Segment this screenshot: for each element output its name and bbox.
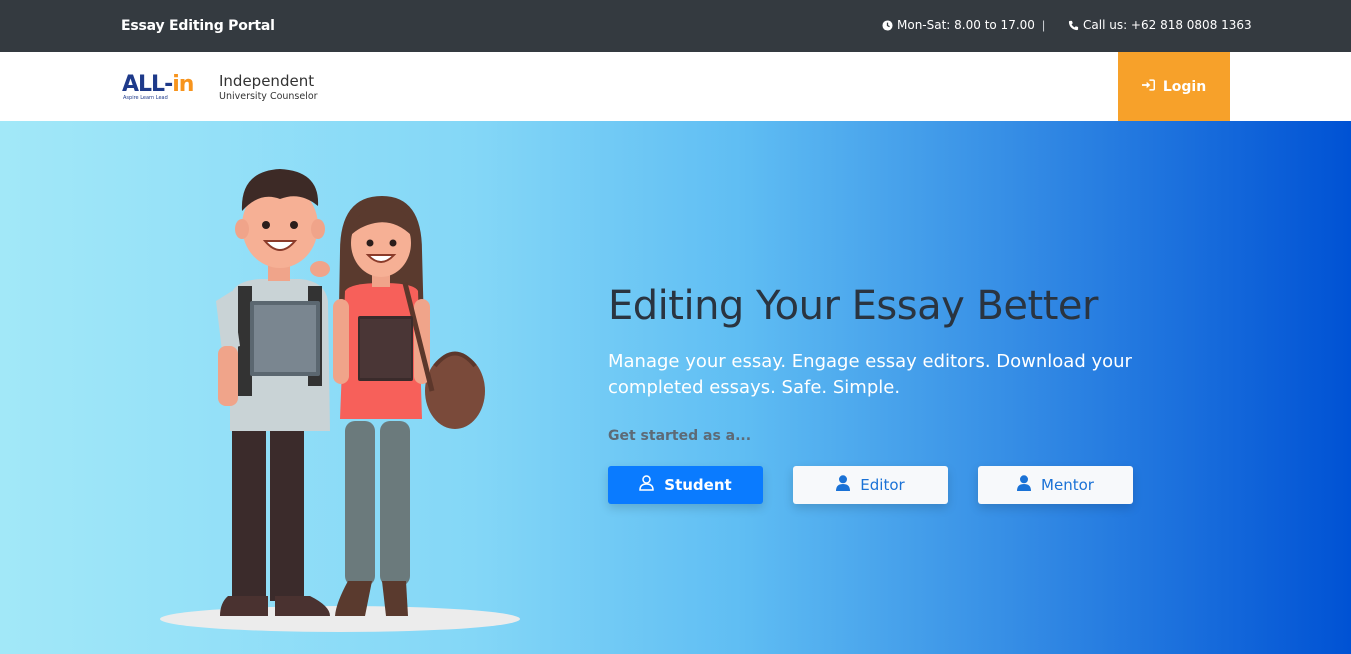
logo-line-1: Independent (219, 72, 315, 90)
business-hours-text: Mon-Sat: 8.00 to 17.00 (897, 18, 1035, 32)
get-started-label: Get started as a... (608, 428, 752, 444)
student-button[interactable]: Student (608, 466, 763, 504)
student-label: Student (664, 476, 732, 494)
editor-label: Editor (860, 476, 905, 494)
hero-section: Editing Your Essay Better Manage your es… (0, 121, 1351, 654)
logo-wordmark: ALL-in (122, 72, 194, 97)
phone-text: Call us: +62 818 0808 1363 (1083, 18, 1252, 32)
top-bar: Essay Editing Portal Mon-Sat: 8.00 to 17… (0, 0, 1351, 52)
mentor-button[interactable]: Mentor (978, 466, 1133, 504)
business-hours: Mon-Sat: 8.00 to 17.00 (882, 18, 1035, 32)
clock-icon (882, 19, 893, 31)
phone-icon (1068, 20, 1079, 31)
mentor-label: Mentor (1041, 476, 1094, 494)
user-outline-icon (639, 475, 655, 495)
login-button[interactable]: Login (1118, 52, 1230, 121)
user-solid-icon (836, 475, 851, 495)
login-label: Login (1162, 78, 1207, 95)
hero-subtext: Manage your essay. Engage essay editors.… (608, 351, 1132, 398)
students-illustration (160, 169, 520, 632)
editor-button[interactable]: Editor (793, 466, 948, 504)
hero-headline: Editing Your Essay Better (608, 283, 1098, 329)
logo-tagline: Aspire Learn Lead (123, 95, 168, 101)
topbar-separator: | (1042, 18, 1046, 32)
logo-line-2: University Counselor (219, 91, 318, 102)
main-navbar: ALL-in Aspire Learn Lead Independent Uni… (0, 52, 1351, 121)
user-solid-icon (1017, 475, 1032, 495)
allin-logo[interactable]: ALL-in Aspire Learn Lead Independent Uni… (122, 70, 322, 106)
sign-in-icon (1141, 78, 1155, 95)
portal-title: Essay Editing Portal (121, 18, 275, 34)
phone-contact[interactable]: Call us: +62 818 0808 1363 (1068, 18, 1252, 32)
